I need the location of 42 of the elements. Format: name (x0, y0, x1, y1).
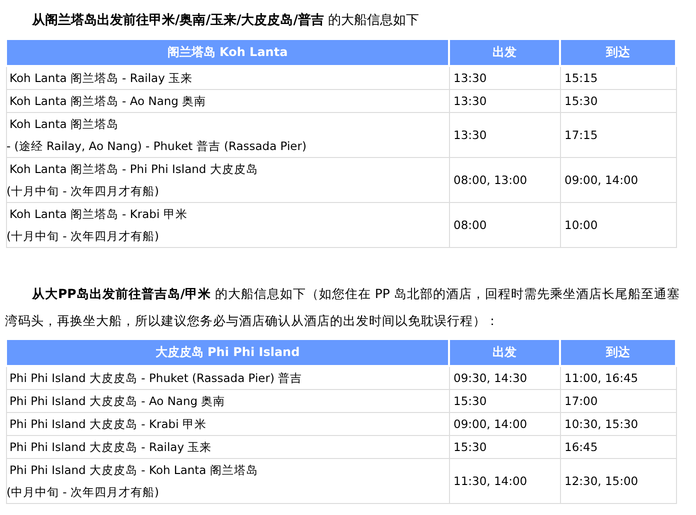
column-header: 到达 (560, 39, 676, 66)
route-text: Phi Phi Island 大皮皮岛 - Railay 玉来 (10, 439, 213, 456)
intro-text: 从大PP岛出发前往普吉岛/甲米 的大船信息如下（如您住在 PP 岛北部的酒店，回程时需先乘坐酒店长尾船至通塞湾码头，再换坐大船，所以建议您务必与酒店确认从酒店的出发时间以免耽误行程）： (4, 285, 681, 330)
column-header: 出发 (449, 39, 560, 66)
departure-time: 08:00, 13:00 (454, 173, 528, 187)
departure-time: 09:00, 14:00 (454, 417, 528, 431)
arrival-time: 17:15 (564, 128, 598, 142)
arrival-time: 15:30 (564, 94, 598, 108)
column-header: 出发 (449, 339, 560, 366)
route-text: Phi Phi Island 大皮皮岛 - Phuket (Rassada Pier) 普吉 (10, 370, 304, 387)
departure-time: 13:30 (454, 128, 487, 142)
departure-time: 08:00 (454, 218, 487, 232)
departure-time: 13:30 (454, 71, 487, 85)
route-text: Koh Lanta 阁兰塔岛 - Railay 玉来 (10, 70, 194, 87)
route-text: Koh Lanta 阁兰塔岛 - Ao Nang 奥南 (10, 93, 208, 110)
arrival-time: 11:00, 16:45 (564, 371, 638, 385)
column-header: 到达 (560, 339, 676, 366)
departure-time: 15:30 (454, 440, 487, 454)
route-text: (十月中旬 - 次年四月才有船) (6, 228, 160, 245)
route-text: (十月中旬 - 次年四月才有船) (6, 183, 160, 200)
column-header: 阁兰塔岛 Koh Lanta (6, 39, 449, 66)
route-text: Phi Phi Island 大皮皮岛 - Ao Nang 奥南 (10, 393, 226, 410)
departure-time: 13:30 (454, 94, 487, 108)
departure-time: 09:30, 14:30 (454, 371, 528, 385)
column-header: 大皮皮岛 Phi Phi Island (6, 339, 449, 366)
arrival-time: 16:45 (564, 440, 598, 454)
route-text: Koh Lanta 阁兰塔岛 (10, 116, 120, 133)
route-text: (中月中旬 - 次年四月才有船) (6, 484, 160, 501)
route-text: Phi Phi Island 大皮皮岛 - Koh Lanta 阁兰塔岛 (10, 462, 259, 479)
arrival-time: 12:30, 15:00 (564, 474, 638, 488)
arrival-time: 09:00, 14:00 (564, 173, 638, 187)
arrival-time: 17:00 (564, 394, 598, 408)
arrival-time: 10:30, 15:30 (564, 417, 638, 431)
route-text: Phi Phi Island 大皮皮岛 - Krabi 甲米 (10, 416, 208, 433)
route-text: Koh Lanta 阁兰塔岛 - Phi Phi Island 大皮皮岛 (10, 161, 259, 178)
intro-text: 从阁兰塔岛出发前往甲米/奥南/玉来/大皮皮岛/普吉 的大船信息如下 (30, 12, 420, 30)
arrival-time: 10:00 (564, 218, 598, 232)
departure-time: 11:30, 14:00 (454, 474, 528, 488)
route-text: - (途经 Railay, Ao Nang) - Phuket 普吉 (Rassada Pier) (6, 138, 308, 155)
departure-time: 15:30 (454, 394, 487, 408)
route-text: Koh Lanta 阁兰塔岛 - Krabi 甲米 (10, 206, 188, 223)
arrival-time: 15:15 (564, 71, 598, 85)
